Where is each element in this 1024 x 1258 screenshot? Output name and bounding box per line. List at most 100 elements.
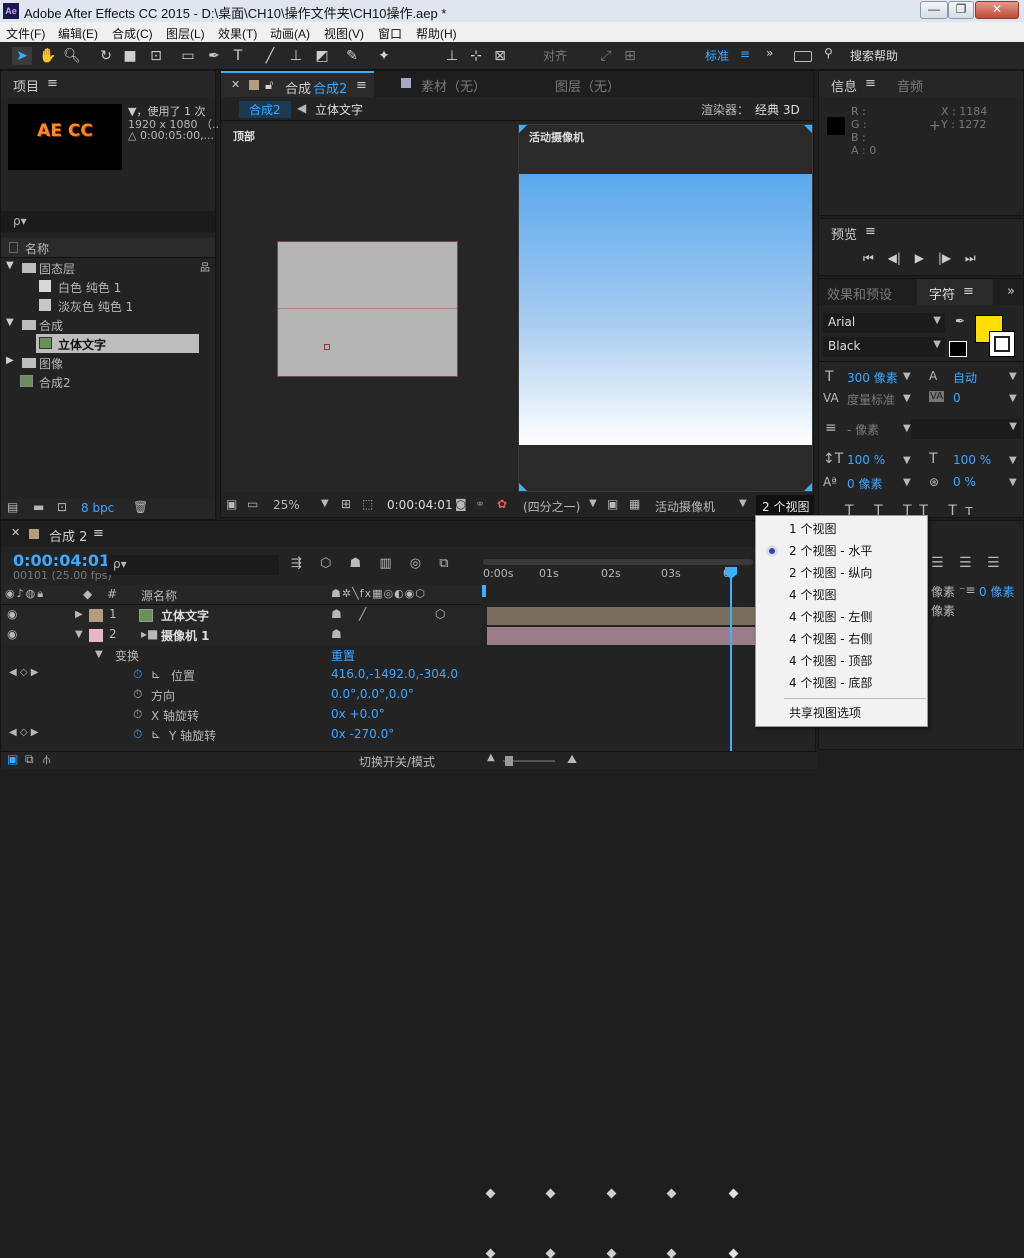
local-axis-icon[interactable]: ⊥	[442, 47, 462, 65]
view-top[interactable]: 顶部	[223, 124, 517, 492]
eraser-tool-icon[interactable]: ◩	[312, 47, 332, 65]
align-left-icon[interactable]: ☰	[931, 555, 944, 571]
list-item[interactable]: ▼ 合成	[1, 315, 199, 334]
workspace-label[interactable]: 标准	[705, 47, 729, 64]
work-area-start-handle[interactable]	[482, 585, 486, 597]
menu-animation[interactable]: 动画(A)	[270, 25, 310, 42]
renderer-value[interactable]: 经典 3D	[755, 101, 800, 118]
current-time-indicator[interactable]	[730, 571, 732, 769]
chevron-down-icon[interactable]: ▼	[1009, 371, 1017, 382]
interpret-footage-icon[interactable]: ▤	[7, 500, 18, 514]
always-preview-icon[interactable]: ▣	[226, 497, 237, 511]
baseline-shift-value[interactable]: 0 像素	[847, 475, 882, 492]
graph-editor-icon[interactable]: ⧉	[439, 556, 448, 571]
horizontal-scale-value[interactable]: 100 %	[953, 453, 991, 467]
hand-tool-icon[interactable]: ✋	[38, 47, 58, 65]
panel-menu-icon[interactable]: ≡	[47, 76, 58, 91]
chevron-down-icon[interactable]: ▼	[321, 498, 329, 509]
chevron-down-icon[interactable]: ▼	[903, 393, 911, 404]
composition-flowchart-icon[interactable]: ⇶	[291, 556, 302, 571]
workspace-menu-icon[interactable]: ≡	[740, 47, 750, 61]
pan-behind-tool-icon[interactable]: ⊡	[146, 47, 166, 65]
menu-item-4-views-left[interactable]: 4 个视图 - 左侧	[789, 608, 872, 625]
menu-item-4-views-top[interactable]: 4 个视图 - 顶部	[789, 652, 872, 669]
font-size-value[interactable]: 300 像素	[847, 369, 898, 386]
property-row-orientation[interactable]: ⏱ 方向 0.0°,0.0°,0.0°	[1, 685, 481, 705]
menu-item-4-views-right[interactable]: 4 个视图 - 右侧	[789, 630, 872, 647]
list-item[interactable]: 白色 纯色 1	[1, 277, 199, 296]
brush-tool-icon[interactable]: ╱	[260, 47, 280, 65]
zoom-tool-icon[interactable]: 🔍︎	[62, 47, 82, 65]
menu-layer[interactable]: 图层(L)	[166, 25, 205, 42]
search-help-label[interactable]: 搜索帮助	[850, 47, 898, 64]
chevron-down-icon[interactable]: ▼	[1009, 393, 1017, 404]
stroke-color-swatch[interactable]	[989, 331, 1015, 357]
menu-window[interactable]: 窗口	[378, 25, 402, 42]
name-column-header[interactable]: 名称	[25, 240, 49, 257]
menu-edit[interactable]: 编辑(E)	[58, 25, 98, 42]
timeline-timecode[interactable]: 0:00:04:01	[13, 551, 110, 570]
zoom-in-icon[interactable]: ⛰	[567, 752, 577, 767]
more-workspaces-icon[interactable]: »	[766, 46, 773, 60]
shy-layers-icon[interactable]: ☗	[350, 556, 362, 571]
rotate-tool-icon[interactable]: ↻	[96, 47, 116, 65]
pen-tool-icon[interactable]: ✒	[204, 47, 224, 65]
tab-audio[interactable]: 音频	[897, 76, 923, 95]
clone-stamp-tool-icon[interactable]: ⊥	[286, 47, 306, 65]
zoom-out-icon[interactable]: ▲	[487, 752, 495, 763]
frame-blending-icon[interactable]: ▥	[379, 556, 391, 571]
channels-icon[interactable]: ✿	[497, 497, 507, 511]
keyframe-icon[interactable]	[606, 1188, 617, 1199]
breadcrumb-comp2[interactable]: 合成2	[239, 101, 291, 118]
keyframe-icon[interactable]	[728, 1188, 739, 1199]
tab-effects-presets[interactable]: 效果和预设	[827, 284, 892, 303]
project-panel-title[interactable]: 项目	[13, 76, 39, 95]
keyframe-icon[interactable]	[545, 1248, 556, 1258]
list-item-selected[interactable]: 立体文字	[36, 334, 199, 353]
snap-feature-icon[interactable]: ⊞	[620, 47, 640, 65]
source-name-column[interactable]: 源名称	[141, 587, 177, 604]
view-layout-select[interactable]: 2 个视图	[756, 495, 813, 517]
snapshot-camera-icon[interactable]: ◙	[455, 497, 467, 511]
panel-menu-icon[interactable]: ≡	[93, 526, 104, 541]
first-frame-icon[interactable]: ⏮	[863, 251, 874, 265]
property-row-position[interactable]: ◀ ◇ ▶ ⏱ ⊾ 位置 416.0,-1492.0,-304.0	[1, 665, 481, 685]
keyframe-icon[interactable]	[485, 1248, 496, 1258]
zoom-select[interactable]: 25%	[273, 498, 300, 512]
layer-bar-1[interactable]	[487, 607, 757, 625]
menu-item-share-view-options[interactable]: 共享视图选项	[789, 704, 861, 721]
view-axis-icon[interactable]: ⊠	[490, 47, 510, 65]
delete-icon[interactable]: 🗑︎	[133, 500, 148, 514]
keyframe-icon[interactable]	[606, 1248, 617, 1258]
roi-icon[interactable]: ▣	[607, 497, 618, 511]
chevron-down-icon[interactable]: ▼	[589, 498, 597, 509]
toggle-switches-modes[interactable]: 切换开关/模式	[359, 753, 435, 770]
viewer-timecode[interactable]: 0:00:04:01	[387, 498, 453, 512]
minimize-button[interactable]: —	[920, 1, 948, 19]
timeline-tab-name[interactable]: 合成 2	[49, 526, 87, 545]
list-item[interactable]: 淡灰色 纯色 1	[1, 296, 199, 315]
layer-switches-icon[interactable]: ▣	[7, 752, 18, 766]
align-center-icon[interactable]: ☰	[959, 555, 972, 571]
camera-tool-icon[interactable]: ■	[120, 47, 140, 65]
monitor-icon[interactable]: ▭	[247, 497, 258, 511]
menu-item-4-views-bottom[interactable]: 4 个视图 - 底部	[789, 674, 872, 691]
menu-item-2-views-horizontal[interactable]: 2 个视图 - 水平	[789, 542, 872, 559]
stroke-type-select[interactable]: ▼	[911, 419, 1021, 439]
menu-file[interactable]: 文件(F)	[6, 25, 45, 42]
chevron-down-icon[interactable]: ▼	[903, 423, 911, 434]
in-out-icon[interactable]: ⫛	[43, 752, 50, 767]
keyframe-icon[interactable]	[728, 1248, 739, 1258]
leading-value[interactable]: 自动	[953, 369, 977, 386]
play-icon[interactable]: ▶	[915, 251, 924, 265]
chevron-down-icon[interactable]: ▼	[1009, 477, 1017, 488]
new-folder-icon[interactable]: ▬	[33, 500, 44, 514]
layer-row-2[interactable]: ◉ ▼ 2 ▸■ 摄像机 1 ☗	[1, 625, 481, 645]
list-item[interactable]: ▼ 固态层品	[1, 258, 210, 277]
transparency-grid-icon[interactable]: ▦	[629, 497, 640, 511]
new-composition-icon[interactable]: ⊡	[57, 500, 67, 514]
keyframe-icon[interactable]	[666, 1188, 677, 1199]
panel-menu-icon[interactable]: ≡	[865, 76, 876, 91]
next-frame-icon[interactable]: |▶	[938, 251, 951, 265]
stroke-width-value[interactable]: - 像素	[847, 421, 879, 438]
